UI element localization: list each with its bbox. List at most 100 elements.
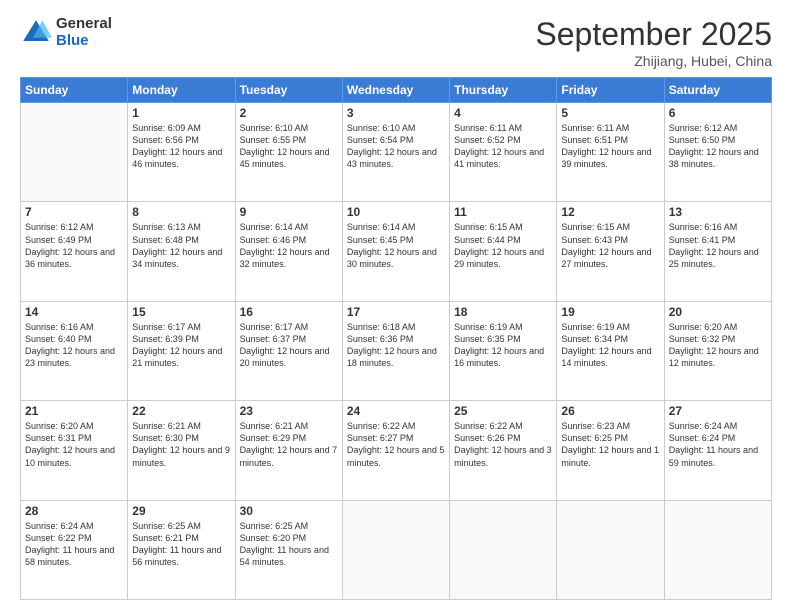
day-info: Sunrise: 6:09 AM Sunset: 6:56 PM Dayligh…: [132, 122, 230, 171]
day-info: Sunrise: 6:11 AM Sunset: 6:51 PM Dayligh…: [561, 122, 659, 171]
day-number: 28: [25, 504, 123, 518]
day-info: Sunrise: 6:10 AM Sunset: 6:54 PM Dayligh…: [347, 122, 445, 171]
calendar-cell: [342, 500, 449, 599]
calendar-header-friday: Friday: [557, 78, 664, 103]
calendar-cell: 13 Sunrise: 6:16 AM Sunset: 6:41 PM Dayli…: [664, 202, 771, 301]
calendar-cell: 29 Sunrise: 6:25 AM Sunset: 6:21 PM Dayli…: [128, 500, 235, 599]
day-number: 4: [454, 106, 552, 120]
day-number: 2: [240, 106, 338, 120]
day-info: Sunrise: 6:20 AM Sunset: 6:32 PM Dayligh…: [669, 321, 767, 370]
calendar-cell: 24Sunrise: 6:22 AM Sunset: 6:27 PM Dayli…: [342, 401, 449, 500]
calendar-header-wednesday: Wednesday: [342, 78, 449, 103]
day-number: 7: [25, 205, 123, 219]
day-number: 15: [132, 305, 230, 319]
calendar-cell: 18Sunrise: 6:19 AM Sunset: 6:35 PM Dayli…: [450, 301, 557, 400]
day-number: 8: [132, 205, 230, 219]
day-info: Sunrise: 6:20 AM Sunset: 6:31 PM Dayligh…: [25, 420, 123, 469]
day-info: Sunrise: 6:18 AM Sunset: 6:36 PM Dayligh…: [347, 321, 445, 370]
day-number: 11: [454, 205, 552, 219]
calendar-cell: 1 Sunrise: 6:09 AM Sunset: 6:56 PM Daylig…: [128, 103, 235, 202]
calendar-cell: 15 Sunrise: 6:17 AM Sunset: 6:39 PM Dayli…: [128, 301, 235, 400]
day-info: Sunrise: 6:22 AM Sunset: 6:26 PM Dayligh…: [454, 420, 552, 469]
logo-text: General Blue: [56, 16, 112, 49]
day-info: Sunrise: 6:24 AM Sunset: 6:24 PM Dayligh…: [669, 420, 767, 469]
day-number: 17: [347, 305, 445, 319]
logo-blue-text: Blue: [56, 33, 112, 50]
day-number: 9: [240, 205, 338, 219]
calendar-week-row: 1 Sunrise: 6:09 AM Sunset: 6:56 PM Daylig…: [21, 103, 772, 202]
calendar-cell: 11Sunrise: 6:15 AM Sunset: 6:44 PM Dayli…: [450, 202, 557, 301]
day-number: 24: [347, 404, 445, 418]
calendar-cell: 27Sunrise: 6:24 AM Sunset: 6:24 PM Dayli…: [664, 401, 771, 500]
calendar-cell: [21, 103, 128, 202]
calendar-cell: 7Sunrise: 6:12 AM Sunset: 6:49 PM Daylig…: [21, 202, 128, 301]
calendar-cell: 22 Sunrise: 6:21 AM Sunset: 6:30 PM Dayli…: [128, 401, 235, 500]
day-info: Sunrise: 6:10 AM Sunset: 6:55 PM Dayligh…: [240, 122, 338, 171]
day-number: 21: [25, 404, 123, 418]
day-info: Sunrise: 6:21 AM Sunset: 6:30 PM Dayligh…: [132, 420, 230, 469]
day-info: Sunrise: 6:17 AM Sunset: 6:37 PM Dayligh…: [240, 321, 338, 370]
page: General Blue September 2025 Zhijiang, Hu…: [0, 0, 792, 612]
calendar-cell: [450, 500, 557, 599]
calendar-cell: 30 Sunrise: 6:25 AM Sunset: 6:20 PM Dayli…: [235, 500, 342, 599]
day-info: Sunrise: 6:16 AM Sunset: 6:41 PM Dayligh…: [669, 221, 767, 270]
calendar-cell: 19Sunrise: 6:19 AM Sunset: 6:34 PM Dayli…: [557, 301, 664, 400]
day-number: 10: [347, 205, 445, 219]
day-info: Sunrise: 6:11 AM Sunset: 6:52 PM Dayligh…: [454, 122, 552, 171]
title-area: September 2025 Zhijiang, Hubei, China: [535, 16, 772, 69]
calendar-header-row: SundayMondayTuesdayWednesdayThursdayFrid…: [21, 78, 772, 103]
calendar-cell: 20 Sunrise: 6:20 AM Sunset: 6:32 PM Dayli…: [664, 301, 771, 400]
calendar-cell: 21 Sunrise: 6:20 AM Sunset: 6:31 PM Dayli…: [21, 401, 128, 500]
day-info: Sunrise: 6:25 AM Sunset: 6:20 PM Dayligh…: [240, 520, 338, 569]
day-number: 23: [240, 404, 338, 418]
day-number: 1: [132, 106, 230, 120]
day-info: Sunrise: 6:16 AM Sunset: 6:40 PM Dayligh…: [25, 321, 123, 370]
calendar-cell: 3 Sunrise: 6:10 AM Sunset: 6:54 PM Daylig…: [342, 103, 449, 202]
day-info: Sunrise: 6:19 AM Sunset: 6:34 PM Dayligh…: [561, 321, 659, 370]
day-number: 22: [132, 404, 230, 418]
day-number: 26: [561, 404, 659, 418]
calendar-week-row: 28Sunrise: 6:24 AM Sunset: 6:22 PM Dayli…: [21, 500, 772, 599]
day-info: Sunrise: 6:15 AM Sunset: 6:43 PM Dayligh…: [561, 221, 659, 270]
calendar-cell: [664, 500, 771, 599]
month-title: September 2025: [535, 16, 772, 53]
calendar-cell: 9 Sunrise: 6:14 AM Sunset: 6:46 PM Daylig…: [235, 202, 342, 301]
day-number: 14: [25, 305, 123, 319]
calendar-header-saturday: Saturday: [664, 78, 771, 103]
location: Zhijiang, Hubei, China: [535, 53, 772, 69]
calendar-cell: 16 Sunrise: 6:17 AM Sunset: 6:37 PM Dayli…: [235, 301, 342, 400]
day-info: Sunrise: 6:12 AM Sunset: 6:50 PM Dayligh…: [669, 122, 767, 171]
logo: General Blue: [20, 16, 112, 49]
calendar-cell: 5Sunrise: 6:11 AM Sunset: 6:51 PM Daylig…: [557, 103, 664, 202]
day-number: 29: [132, 504, 230, 518]
day-info: Sunrise: 6:21 AM Sunset: 6:29 PM Dayligh…: [240, 420, 338, 469]
calendar-header-tuesday: Tuesday: [235, 78, 342, 103]
calendar-cell: 23 Sunrise: 6:21 AM Sunset: 6:29 PM Dayli…: [235, 401, 342, 500]
calendar-header-thursday: Thursday: [450, 78, 557, 103]
day-info: Sunrise: 6:23 AM Sunset: 6:25 PM Dayligh…: [561, 420, 659, 469]
header: General Blue September 2025 Zhijiang, Hu…: [20, 16, 772, 69]
logo-icon: [20, 17, 52, 49]
day-number: 3: [347, 106, 445, 120]
day-info: Sunrise: 6:25 AM Sunset: 6:21 PM Dayligh…: [132, 520, 230, 569]
day-info: Sunrise: 6:13 AM Sunset: 6:48 PM Dayligh…: [132, 221, 230, 270]
logo-general-text: General: [56, 16, 112, 33]
calendar-cell: 26 Sunrise: 6:23 AM Sunset: 6:25 PM Dayli…: [557, 401, 664, 500]
calendar-cell: 8 Sunrise: 6:13 AM Sunset: 6:48 PM Daylig…: [128, 202, 235, 301]
calendar-cell: 4 Sunrise: 6:11 AM Sunset: 6:52 PM Daylig…: [450, 103, 557, 202]
day-info: Sunrise: 6:14 AM Sunset: 6:46 PM Dayligh…: [240, 221, 338, 270]
calendar-cell: 28Sunrise: 6:24 AM Sunset: 6:22 PM Dayli…: [21, 500, 128, 599]
day-number: 16: [240, 305, 338, 319]
day-info: Sunrise: 6:17 AM Sunset: 6:39 PM Dayligh…: [132, 321, 230, 370]
calendar-cell: 6 Sunrise: 6:12 AM Sunset: 6:50 PM Daylig…: [664, 103, 771, 202]
calendar-cell: 10 Sunrise: 6:14 AM Sunset: 6:45 PM Dayli…: [342, 202, 449, 301]
day-number: 6: [669, 106, 767, 120]
day-number: 30: [240, 504, 338, 518]
calendar-week-row: 14 Sunrise: 6:16 AM Sunset: 6:40 PM Dayli…: [21, 301, 772, 400]
calendar-cell: [557, 500, 664, 599]
day-number: 12: [561, 205, 659, 219]
day-number: 13: [669, 205, 767, 219]
day-info: Sunrise: 6:14 AM Sunset: 6:45 PM Dayligh…: [347, 221, 445, 270]
day-number: 20: [669, 305, 767, 319]
calendar-cell: 2 Sunrise: 6:10 AM Sunset: 6:55 PM Daylig…: [235, 103, 342, 202]
